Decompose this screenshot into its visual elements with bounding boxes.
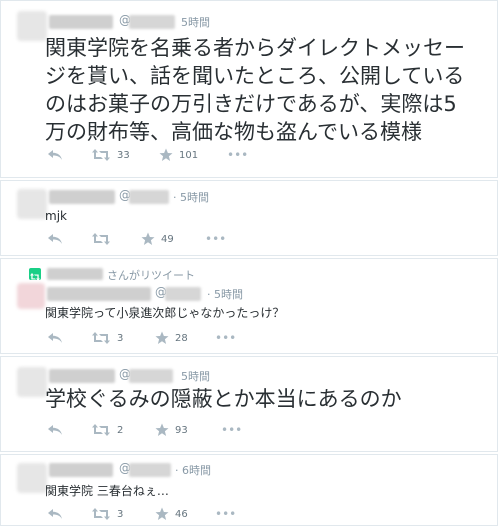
- favorite-count: 46: [175, 509, 188, 520]
- tweet-card[interactable]: @ 5時間 関東学院を名乗る者からダイレクトメッセー ジを貰い、話を聞いたところ…: [0, 0, 498, 178]
- reply-icon[interactable]: [47, 423, 63, 437]
- more-dots-icon[interactable]: •••: [215, 507, 236, 521]
- tweet-text: mjk: [45, 209, 67, 223]
- favorite-count: 101: [179, 150, 199, 161]
- more-dots-icon[interactable]: •••: [221, 423, 242, 437]
- redacted-handle: [129, 369, 173, 383]
- favorite-star-icon[interactable]: [155, 423, 169, 437]
- retweet-icon[interactable]: [91, 232, 111, 246]
- retweet-count: 2: [117, 425, 124, 436]
- reply-icon[interactable]: [47, 331, 63, 345]
- avatar[interactable]: [17, 463, 47, 493]
- redacted-display-name[interactable]: [49, 463, 113, 477]
- tweet-actions: 3 28 •••: [45, 331, 265, 347]
- avatar[interactable]: [17, 11, 47, 41]
- tweet-text-line: 万の財布等、高価な物も盗んでいる模様: [45, 120, 422, 144]
- tweet-text-line: ジを貰い、話を聞いたところ、公開している: [45, 64, 465, 88]
- tweet-actions: 3 46 •••: [45, 507, 265, 523]
- tweet-text-line: のはお菓子の万引きだけであるが、実際は5: [45, 92, 457, 116]
- favorite-count: 49: [161, 234, 174, 245]
- tweet-time[interactable]: 5時間: [181, 14, 210, 30]
- more-dots-icon[interactable]: •••: [215, 331, 236, 345]
- retweet-icon[interactable]: [91, 507, 111, 521]
- tweet-actions: 49 •••: [45, 232, 265, 248]
- tweet-card[interactable]: @ 5時間 学校ぐるみの隠蔽とか本当にあるのか 2 93 •••: [0, 356, 498, 452]
- tweet-text-line: 関東学院を名乗る者からダイレクトメッセー: [45, 36, 465, 60]
- retweeted-by-label: さんがリツイート: [107, 269, 195, 282]
- retweet-count: 3: [117, 333, 124, 344]
- tweet-card[interactable]: さんがリツイート @ · 5時間 関東学院って小泉進次郎じゃなかったっけ？ 3 …: [0, 258, 498, 354]
- redacted-handle: [129, 190, 169, 204]
- avatar[interactable]: [17, 283, 45, 309]
- tweet-time[interactable]: · 5時間: [207, 286, 243, 302]
- redacted-display-name[interactable]: [47, 287, 151, 301]
- tweet-text: 関東学院って小泉進次郎じゃなかったっけ？: [45, 306, 285, 320]
- tweet-text: 学校ぐるみの隠蔽とか本当にあるのか: [45, 387, 402, 411]
- redacted-handle: [129, 463, 171, 477]
- redacted-retweeter-name[interactable]: [47, 268, 103, 280]
- redacted-display-name[interactable]: [49, 15, 113, 29]
- favorite-star-icon[interactable]: [155, 331, 169, 345]
- tweet-time[interactable]: · 6時間: [175, 462, 211, 478]
- more-dots-icon[interactable]: •••: [205, 232, 226, 246]
- favorite-star-icon[interactable]: [159, 148, 173, 162]
- redacted-handle: [165, 287, 201, 301]
- tweet-actions: 2 93 •••: [45, 423, 265, 439]
- retweet-icon[interactable]: [91, 423, 111, 437]
- favorite-star-icon[interactable]: [141, 232, 155, 246]
- reply-icon[interactable]: [47, 507, 63, 521]
- tweet-card[interactable]: @ · 6時間 関東学院 三春台ねぇ… 3 46 •••: [0, 454, 498, 526]
- reply-icon[interactable]: [47, 232, 63, 246]
- favorite-star-icon[interactable]: [155, 507, 169, 521]
- retweet-icon[interactable]: [91, 148, 111, 162]
- favorite-count: 28: [175, 333, 188, 344]
- more-dots-icon[interactable]: •••: [227, 148, 248, 162]
- redacted-display-name[interactable]: [49, 190, 115, 204]
- redacted-display-name[interactable]: [49, 369, 115, 383]
- tweet-time[interactable]: · 5時間: [173, 189, 209, 205]
- favorite-count: 93: [175, 425, 188, 436]
- retweet-count: 3: [117, 509, 124, 520]
- retweet-badge-icon: [29, 268, 41, 281]
- tweet-time[interactable]: 5時間: [181, 368, 210, 384]
- tweet-card[interactable]: @ · 5時間 mjk 49 •••: [0, 180, 498, 256]
- reply-icon[interactable]: [47, 148, 63, 162]
- redacted-handle: [129, 15, 175, 29]
- retweet-icon[interactable]: [91, 331, 111, 345]
- tweet-text: 関東学院を名乗る者からダイレクトメッセー ジを貰い、話を聞いたところ、公開してい…: [45, 34, 465, 146]
- tweet-actions: 33 101 •••: [45, 148, 265, 164]
- avatar[interactable]: [17, 367, 47, 397]
- avatar[interactable]: [17, 189, 47, 219]
- tweet-text: 関東学院 三春台ねぇ…: [45, 484, 169, 498]
- retweet-count: 33: [117, 150, 130, 161]
